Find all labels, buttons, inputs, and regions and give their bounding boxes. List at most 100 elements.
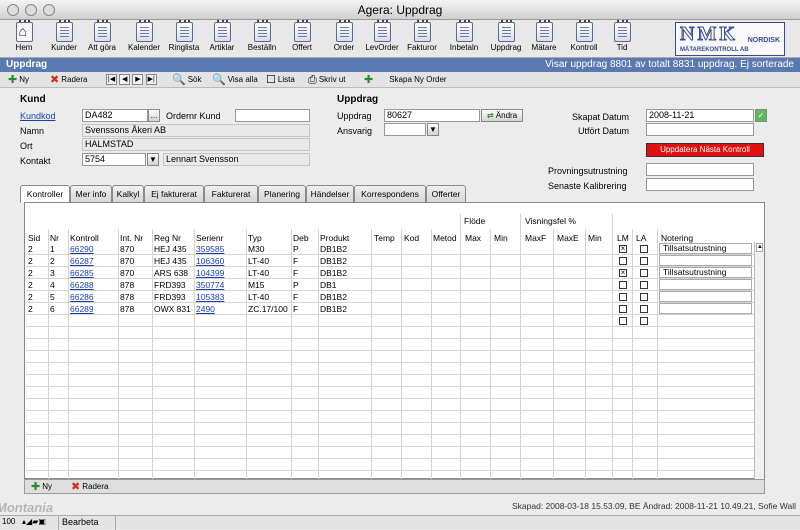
cell-kontroll[interactable]: 66285 — [70, 267, 94, 279]
nav-button-3[interactable]: Kalender — [126, 20, 162, 52]
update-next-control-button[interactable]: Uppdatera Nästa Kontroll — [646, 143, 764, 157]
skapat-field[interactable]: 2008-11-21 — [646, 109, 754, 122]
cell-serienr[interactable]: 106360 — [196, 255, 224, 267]
la-checkbox[interactable] — [640, 293, 648, 301]
column-header[interactable]: Typ — [248, 233, 262, 243]
table-row[interactable]: 2 4 66288 878 FRD393 350774 M15 P DB1 — [26, 279, 754, 291]
nav-button-12[interactable]: Uppdrag — [488, 20, 524, 52]
lm-checkbox[interactable] — [619, 257, 627, 265]
kundkod-lookup-button[interactable]: ... — [148, 109, 160, 122]
table-row[interactable]: 2 1 66290 870 HEJ 435 359585 M30 P DB1B2 × Tillsat… — [26, 243, 754, 255]
column-header[interactable]: MaxE — [557, 233, 579, 243]
la-checkbox[interactable] — [640, 269, 648, 277]
column-header[interactable]: Kontroll — [70, 233, 99, 243]
cell-kontroll[interactable]: 66288 — [70, 279, 94, 291]
table-row[interactable] — [26, 327, 754, 339]
lm-checkbox[interactable] — [619, 281, 627, 289]
print-button[interactable]: ⎙ Skriv ut — [308, 73, 345, 87]
provning-field[interactable] — [646, 163, 754, 176]
lm-checkbox[interactable] — [619, 293, 627, 301]
zoom-level[interactable]: 100 — [2, 517, 15, 526]
last-record-icon[interactable]: ▶| — [145, 74, 157, 86]
column-header[interactable]: Kod — [404, 233, 419, 243]
cell-kontroll[interactable]: 66287 — [70, 255, 94, 267]
column-header[interactable]: Metod — [433, 233, 457, 243]
notering-field[interactable] — [659, 279, 752, 290]
kontakt-dropdown-button[interactable]: ▼ — [147, 153, 159, 166]
la-checkbox[interactable] — [640, 305, 648, 313]
next-record-icon[interactable]: ▶ — [132, 74, 144, 86]
cell-serienr[interactable]: 2490 — [196, 303, 215, 315]
ansvarig-field[interactable] — [384, 123, 426, 136]
tab-3[interactable]: Ej fakturerat — [144, 185, 204, 202]
utfort-field[interactable] — [646, 123, 754, 136]
column-header[interactable]: Int. Nr — [120, 233, 143, 243]
search-button[interactable]: 🔍 Sök — [172, 73, 202, 87]
la-checkbox[interactable] — [640, 281, 648, 289]
column-header[interactable]: Temp — [374, 233, 395, 243]
tab-2[interactable]: Kalkyl — [112, 185, 144, 202]
tab-1[interactable]: Mer info — [70, 185, 112, 202]
previous-record-icon[interactable]: ◀ — [119, 74, 131, 86]
table-row[interactable] — [26, 447, 754, 459]
table-row[interactable] — [26, 315, 754, 327]
table-row[interactable] — [26, 375, 754, 387]
table-row[interactable] — [26, 339, 754, 351]
create-order-button[interactable]: ✚ Skapa Ny Order — [364, 73, 447, 87]
notering-field[interactable] — [659, 255, 752, 266]
table-row[interactable] — [26, 351, 754, 363]
kundkod-field[interactable]: DA482 — [82, 109, 148, 122]
lm-checkbox[interactable]: × — [619, 245, 627, 253]
nav-button-2[interactable]: Att göra — [84, 20, 120, 52]
window-controls[interactable] — [7, 4, 55, 16]
nav-button-1[interactable]: Kunder — [46, 20, 82, 52]
nav-button-7[interactable]: Offert — [284, 20, 320, 52]
table-row[interactable] — [26, 411, 754, 423]
new-record-button[interactable]: ✚ Ny — [8, 73, 29, 87]
tab-6[interactable]: Händelser — [306, 185, 354, 202]
tab-7[interactable]: Korrespondens — [354, 185, 426, 202]
tab-8[interactable]: Offerter — [426, 185, 466, 202]
table-row[interactable] — [26, 363, 754, 375]
column-header[interactable]: Min — [588, 233, 602, 243]
table-row[interactable] — [26, 399, 754, 411]
table-row[interactable] — [26, 387, 754, 399]
nav-button-11[interactable]: Inbetaln — [446, 20, 482, 52]
nav-button-0[interactable]: Hem — [6, 20, 42, 52]
nav-button-13[interactable]: Mätare — [526, 20, 562, 52]
ansvarig-dropdown-button[interactable]: ▼ — [427, 123, 439, 136]
table-row[interactable]: 2 3 66285 870 ARS 638 104399 LT-40 F DB1B2 × Tills… — [26, 267, 754, 279]
tab-4[interactable]: Fakturerat — [204, 185, 258, 202]
table-scrollbar[interactable]: ▲ — [754, 242, 764, 479]
table-row[interactable]: 2 5 66286 878 FRD393 105383 LT-40 F DB1B2 — [26, 291, 754, 303]
new-row-button[interactable]: ✚ Ny — [31, 480, 52, 494]
column-header[interactable]: Notering — [661, 233, 693, 243]
table-row[interactable] — [26, 459, 754, 471]
table-row[interactable] — [26, 435, 754, 447]
cell-kontroll[interactable]: 66289 — [70, 303, 94, 315]
nav-button-4[interactable]: Ringlista — [166, 20, 202, 52]
column-header[interactable]: Nr — [50, 233, 59, 243]
cell-serienr[interactable]: 104399 — [196, 267, 224, 279]
table-row[interactable]: 2 2 66287 870 HEJ 435 106360 LT-40 F DB1B2 — [26, 255, 754, 267]
cell-kontroll[interactable]: 66290 — [70, 243, 94, 255]
nav-button-10[interactable]: Fakturor — [404, 20, 440, 52]
view-icons[interactable]: ▴◢▰▣ — [22, 517, 46, 526]
tab-5[interactable]: Planering — [258, 185, 306, 202]
change-button[interactable]: ⇄ Ändra — [481, 109, 523, 122]
column-header[interactable]: Reg Nr — [154, 233, 181, 243]
ordernr-field[interactable] — [235, 109, 310, 122]
lm-checkbox[interactable] — [619, 317, 627, 325]
nav-button-15[interactable]: Tid — [604, 20, 640, 52]
cell-kontroll[interactable]: 66286 — [70, 291, 94, 303]
scroll-up-icon[interactable]: ▲ — [756, 243, 763, 252]
column-header[interactable]: MaxF — [525, 233, 546, 243]
delete-row-button[interactable]: ✖ Radera — [71, 480, 108, 494]
column-header[interactable]: LM — [617, 233, 629, 243]
la-checkbox[interactable] — [640, 317, 648, 325]
cell-serienr[interactable]: 350774 — [196, 279, 224, 291]
first-record-icon[interactable]: |◀ — [106, 74, 117, 86]
lm-checkbox[interactable] — [619, 305, 627, 313]
tab-0[interactable]: Kontroller — [20, 185, 70, 203]
nav-button-5[interactable]: Artiklar — [204, 20, 240, 52]
